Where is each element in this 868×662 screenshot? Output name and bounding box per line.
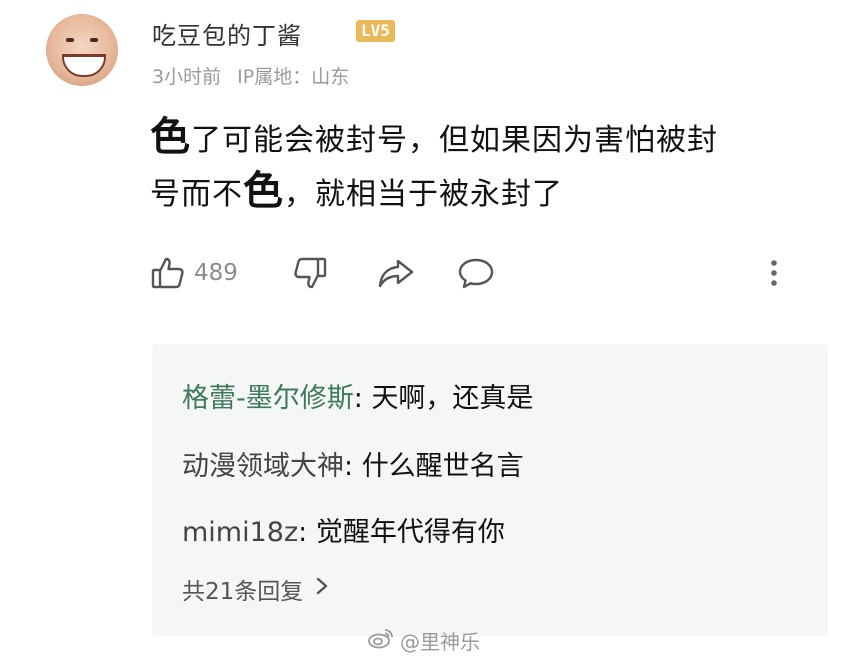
- more-icon: [768, 255, 780, 291]
- action-bar: 489: [150, 250, 800, 298]
- share-button[interactable]: [376, 250, 416, 296]
- more-replies-label: 共21条回复: [182, 579, 304, 605]
- chevron-right-icon: [303, 576, 329, 602]
- comment-meta: 3小时前 IP属地：山东: [152, 62, 359, 89]
- watermark-text: @里神乐: [400, 630, 480, 654]
- replies-panel: 格蕾-墨尔修斯: 天啊，还真是 动漫领域大神: 什么醒世名言 mimi18z: …: [152, 344, 828, 636]
- like-count: 489: [194, 260, 238, 286]
- comment-content: 色了可能会被封号，但如果因为害怕被封 号而不色，就相当于被永封了: [150, 112, 830, 220]
- comment-icon: [456, 255, 496, 291]
- avatar[interactable]: [46, 14, 118, 86]
- username[interactable]: 吃豆包的丁酱: [152, 16, 302, 51]
- comment-button[interactable]: [456, 250, 496, 296]
- reply-item[interactable]: mimi18z: 觉醒年代得有你: [182, 510, 505, 549]
- share-icon: [376, 255, 416, 291]
- avatar-eye: [66, 38, 74, 42]
- reply-text: 觉醒年代得有你: [315, 517, 505, 548]
- reply-text: 天啊，还真是: [371, 383, 534, 414]
- avatar-eye: [90, 38, 98, 42]
- reply-text: 什么醒世名言: [361, 451, 524, 482]
- reply-item[interactable]: 格蕾-墨尔修斯: 天啊，还真是: [182, 376, 533, 415]
- comment-time: 3小时前: [152, 66, 222, 88]
- more-button[interactable]: [768, 250, 780, 296]
- reply-author[interactable]: mimi18z: [182, 517, 298, 548]
- reply-colon: :: [353, 383, 372, 414]
- reply-colon: :: [298, 517, 316, 548]
- ip-location: IP属地：山东: [237, 66, 350, 88]
- view-more-replies[interactable]: 共21条回复: [182, 572, 329, 606]
- level-badge: LV5: [356, 20, 395, 42]
- reply-author[interactable]: 动漫领域大神: [182, 451, 344, 482]
- weibo-icon: [368, 627, 400, 654]
- content-text: 号而不: [150, 177, 243, 212]
- content-emphasis: 色: [150, 114, 191, 160]
- content-emphasis: 色: [243, 168, 284, 214]
- dislike-icon: [292, 255, 328, 291]
- content-text: 了可能会被封号，但如果因为害怕被封: [191, 123, 718, 158]
- dislike-button[interactable]: [292, 250, 328, 296]
- reply-item[interactable]: 动漫领域大神: 什么醒世名言: [182, 444, 524, 483]
- avatar-mouth: [62, 54, 106, 77]
- reply-colon: :: [344, 451, 362, 482]
- content-text: ，就相当于被永封了: [284, 177, 563, 212]
- like-icon: [150, 255, 186, 291]
- like-button[interactable]: 489: [150, 250, 238, 296]
- reply-author[interactable]: 格蕾-墨尔修斯: [182, 383, 354, 414]
- watermark: @里神乐: [368, 626, 480, 655]
